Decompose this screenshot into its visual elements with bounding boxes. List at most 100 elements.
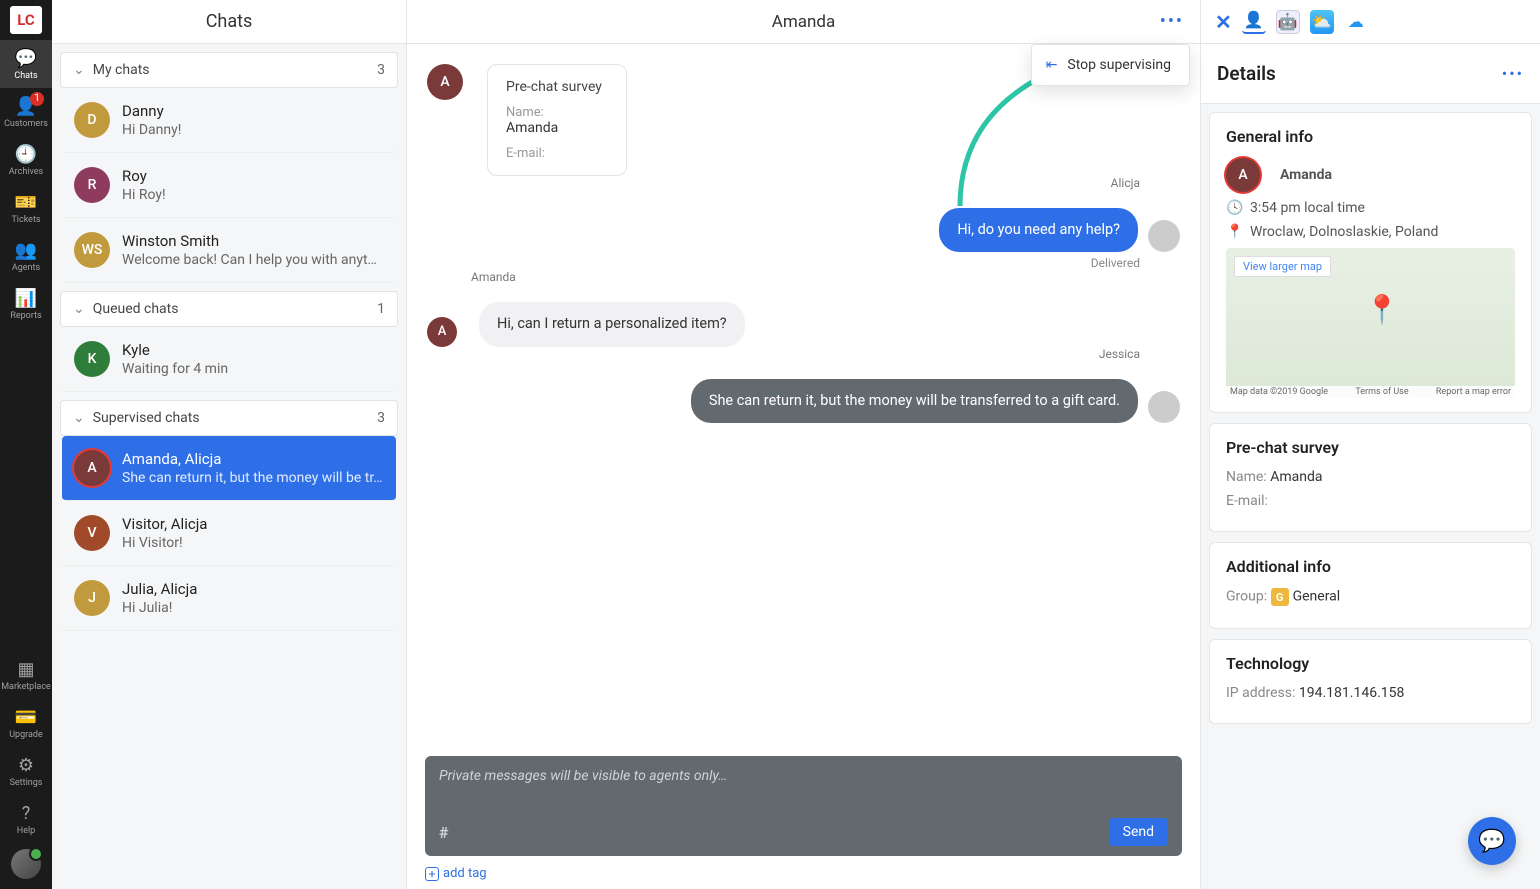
gear-icon: ⚙ <box>18 755 34 776</box>
chat-avatar: D <box>74 102 110 138</box>
section-header[interactable]: ⌄My chats3 <box>60 52 398 88</box>
message-avatar: A <box>427 317 457 347</box>
chat-fab-button[interactable]: 💬 <box>1468 817 1516 865</box>
tab-person-icon[interactable]: 👤 <box>1242 10 1266 34</box>
section-count: 3 <box>377 62 385 78</box>
nav-label: Help <box>17 826 35 836</box>
section-title: Supervised chats <box>93 410 200 426</box>
card-title: General info <box>1226 127 1515 146</box>
grid-icon: ▦ <box>17 659 34 680</box>
tab-cloud-icon[interactable]: ☁ <box>1344 10 1368 34</box>
card-title: Pre-chat survey <box>1226 438 1515 457</box>
section-count: 1 <box>377 301 385 317</box>
conversation-body: A Pre-chat survey Name: Amanda E-mail: A… <box>407 44 1200 756</box>
nav-archives[interactable]: 🕘 Archives <box>0 136 52 184</box>
chat-item-preview: Hi Danny! <box>122 122 384 138</box>
conversation-column: Amanda ••• ⇤ Stop supervising A Pre-chat… <box>407 0 1200 889</box>
message-row: She can return it, but the money will be… <box>427 379 1180 423</box>
group-value: General <box>1293 589 1341 605</box>
clock-icon: 🕓 <box>1226 200 1242 216</box>
chat-list-item[interactable]: D Danny Hi Danny! <box>62 88 396 153</box>
hash-icon[interactable]: # <box>439 823 448 842</box>
nav-label: Marketplace <box>1 682 51 692</box>
chat-item-title: Kyle <box>122 341 384 359</box>
nav-marketplace[interactable]: ▦ Marketplace <box>0 651 52 699</box>
close-details-button[interactable]: ✕ <box>1215 10 1232 34</box>
map-error-link[interactable]: Report a map error <box>1436 387 1511 397</box>
survey-email-label: E-mail: <box>506 146 608 161</box>
chat-list-item[interactable]: JJulia, AlicjaHi Julia! <box>62 566 396 631</box>
agent-avatar <box>1148 391 1180 423</box>
nav-help[interactable]: ? Help <box>0 795 52 843</box>
chat-list-item[interactable]: A Amanda, Alicja She can return it, but th… <box>62 436 396 501</box>
nav-upgrade[interactable]: 💳Upgrade <box>0 699 52 747</box>
chevron-down-icon: ⌄ <box>73 410 85 426</box>
nav-chats[interactable]: 💬 Chats <box>0 40 52 88</box>
tab-weather-icon[interactable]: ⛅ <box>1310 10 1334 34</box>
nav-badge: 1 <box>30 92 44 106</box>
stop-supervising-item[interactable]: ⇤ Stop supervising <box>1031 44 1190 86</box>
nav-label: Tickets <box>11 215 40 225</box>
chat-item-preview: She can return it, but the money will be… <box>122 470 384 486</box>
nav-agents[interactable]: 👥Agents <box>0 232 52 280</box>
chat-item-title: Amanda, Alicja <box>122 450 384 468</box>
chat-item-title: Visitor, Alicja <box>122 515 384 533</box>
prechat-name-value: Amanda <box>1270 469 1322 485</box>
section-count: 3 <box>377 410 385 426</box>
conversation-header: Amanda ••• <box>407 0 1200 44</box>
nav-settings[interactable]: ⚙Settings <box>0 747 52 795</box>
map-terms-link[interactable]: Terms of Use <box>1355 387 1408 397</box>
send-button[interactable]: Send <box>1109 818 1168 846</box>
reports-icon: 📊 <box>15 288 37 309</box>
message-composer[interactable]: Private messages will be visible to agen… <box>425 756 1182 856</box>
additional-info-card: Additional info Group: GGeneral <box>1209 542 1532 629</box>
chat-avatar: WS <box>74 232 110 268</box>
view-larger-map-link[interactable]: View larger map <box>1234 256 1331 277</box>
nav-label: Customers <box>4 119 48 129</box>
chat-list-item[interactable]: WSWinston SmithWelcome back! Can I help … <box>62 218 396 283</box>
tab-bot-icon[interactable]: 🤖 <box>1276 10 1300 34</box>
card-title: Technology <box>1226 654 1515 673</box>
ip-value: 194.181.146.158 <box>1299 685 1405 701</box>
survey-header: Pre-chat survey <box>506 79 608 95</box>
nav-label: Archives <box>9 167 43 177</box>
message-author: Alicja <box>427 176 1180 190</box>
chats-header: Chats <box>52 0 406 44</box>
technology-card: Technology IP address: 194.181.146.158 <box>1209 639 1532 724</box>
nav-reports[interactable]: 📊Reports <box>0 280 52 328</box>
prechat-survey-card: Pre-chat survey Name: Amanda E-mail: <box>487 64 627 176</box>
location-map[interactable]: View larger map Map data ©2019 Google Te… <box>1226 248 1515 398</box>
add-tag-button[interactable]: + add tag <box>425 866 1182 881</box>
chat-item-preview: Hi Julia! <box>122 600 384 616</box>
chat-list-item[interactable]: RRoyHi Roy! <box>62 153 396 218</box>
chat-avatar: A <box>74 450 110 486</box>
exit-icon: ⇤ <box>1046 57 1058 73</box>
user-avatar[interactable] <box>11 849 41 879</box>
nav-label: Chats <box>14 71 37 81</box>
nav-tickets[interactable]: 🎫Tickets <box>0 184 52 232</box>
chat-icon: 💬 <box>15 48 37 69</box>
conversation-title: Amanda <box>772 12 835 32</box>
help-icon: ? <box>22 803 31 824</box>
section-header[interactable]: ⌄ Supervised chats 3 <box>60 400 398 436</box>
conversation-more-button[interactable]: ••• <box>1160 11 1184 32</box>
clock-icon: 🕘 <box>15 144 37 165</box>
local-time: 3:54 pm local time <box>1250 200 1365 216</box>
customer-avatar: A <box>1226 158 1260 192</box>
chevron-down-icon: ⌄ <box>73 301 85 317</box>
chat-item-preview: Hi Visitor! <box>122 535 384 551</box>
details-header: Details ••• <box>1201 44 1540 104</box>
card-icon: 💳 <box>15 707 37 728</box>
chat-item-title: Julia, Alicja <box>122 580 384 598</box>
prechat-card: Pre-chat survey Name: Amanda E-mail: <box>1209 423 1532 532</box>
section-title: My chats <box>93 62 150 78</box>
chat-item-title: Danny <box>122 102 384 120</box>
details-more-button[interactable]: ••• <box>1502 64 1524 83</box>
nav-customers[interactable]: 👤Customers1 <box>0 88 52 136</box>
section-header[interactable]: ⌄Queued chats1 <box>60 291 398 327</box>
survey-name-label: Name: <box>506 105 608 120</box>
app-logo: LC <box>0 0 52 40</box>
chat-list-item[interactable]: KKyleWaiting for 4 min <box>62 327 396 392</box>
details-topbar: ✕ 👤 🤖 ⛅ ☁ <box>1201 0 1540 44</box>
chat-list-item[interactable]: VVisitor, AlicjaHi Visitor! <box>62 501 396 566</box>
